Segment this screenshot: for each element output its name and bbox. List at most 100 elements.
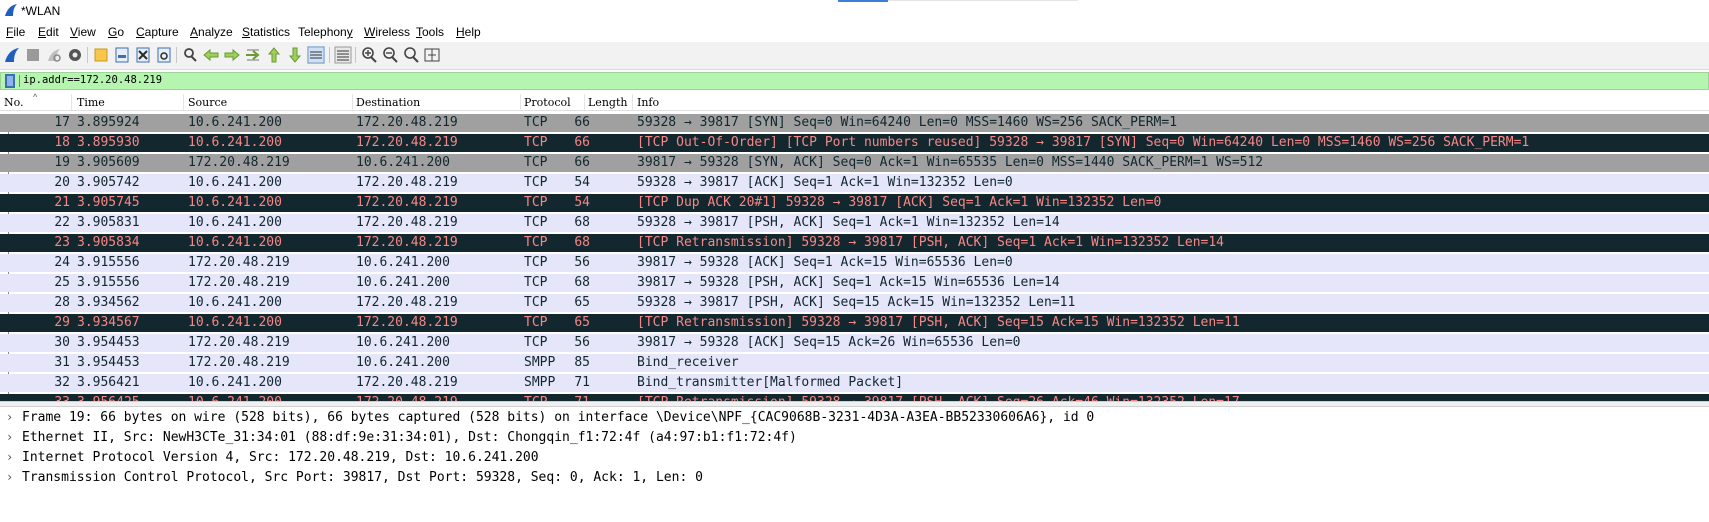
packet-time: 3.905834	[77, 235, 140, 250]
display-filter-bar[interactable]: ip.addr==172.20.48.219	[0, 72, 1709, 90]
packet-row[interactable]: 30 3.954453 172.20.48.219 10.6.241.200 TCP 39…	[0, 334, 1709, 352]
menu-help[interactable]: Help	[456, 25, 481, 39]
toolbar-separator	[329, 47, 330, 63]
packet-number: 19	[54, 155, 70, 170]
go-forward-icon[interactable]	[223, 46, 241, 64]
packet-destination: 172.20.48.219	[356, 215, 458, 230]
packet-destination: 10.6.241.200	[356, 255, 450, 270]
packet-row[interactable]: 19 3.905609 172.20.48.219 10.6.241.200 TCP 39…	[0, 154, 1709, 172]
packet-time: 3.956421	[77, 375, 140, 390]
packet-row[interactable]: 31 3.954453 172.20.48.219 10.6.241.200 SMPP B…	[0, 354, 1709, 372]
packet-destination: 172.20.48.219	[356, 195, 458, 210]
column-separator[interactable]	[584, 94, 585, 111]
detail-tcp[interactable]: › Transmission Control Protocol, Src Port…	[0, 469, 1709, 487]
packet-row[interactable]: 20 3.905742 10.6.241.200 172.20.48.219 TCP 59…	[0, 174, 1709, 192]
column-separator[interactable]	[71, 94, 72, 111]
packet-row[interactable]: 28 3.934562 10.6.241.200 172.20.48.219 TCP 59…	[0, 294, 1709, 312]
auto-scroll-icon[interactable]	[307, 46, 325, 64]
menu-capture[interactable]: Capture	[136, 25, 179, 39]
packet-destination: 172.20.48.219	[356, 375, 458, 390]
packet-row[interactable]: 17 3.895924 10.6.241.200 172.20.48.219 TCP 59…	[0, 114, 1709, 132]
packet-number: 17	[54, 115, 70, 130]
go-last-icon[interactable]	[286, 46, 304, 64]
col-protocol-header[interactable]: Protocol	[524, 96, 571, 109]
save-file-icon[interactable]	[113, 46, 131, 64]
capture-options-icon[interactable]	[66, 46, 84, 64]
menu-telephony[interactable]: Telephony	[298, 25, 353, 39]
packet-info: [TCP Dup ACK 20#1] 59328 → 39817 [ACK] S…	[637, 195, 1162, 210]
packet-row[interactable]: 18 3.895930 10.6.241.200 172.20.48.219 TCP [T…	[0, 134, 1709, 152]
detail-ethernet[interactable]: › Ethernet II, Src: NewH3CTe_31:34:01 (88…	[0, 429, 1709, 447]
menu-statistics[interactable]: Statistics	[242, 25, 290, 39]
go-to-packet-icon[interactable]	[244, 46, 262, 64]
detail-ipv4[interactable]: › Internet Protocol Version 4, Src: 172.2…	[0, 449, 1709, 467]
packet-row[interactable]: 22 3.905831 10.6.241.200 172.20.48.219 TCP 59…	[0, 214, 1709, 232]
zoom-in-icon[interactable]	[360, 46, 378, 64]
reload-file-icon[interactable]	[155, 46, 173, 64]
menu-tools[interactable]: Tools	[416, 25, 444, 39]
menu-edit[interactable]: Edit	[38, 25, 59, 39]
column-separator[interactable]	[352, 94, 353, 111]
display-filter-input[interactable]: ip.addr==172.20.48.219	[23, 74, 162, 86]
menu-wireless[interactable]: Wireless	[364, 25, 410, 39]
menu-analyze[interactable]: Analyze	[190, 25, 233, 39]
restart-capture-icon[interactable]	[45, 46, 63, 64]
packet-time: 3.954453	[77, 355, 140, 370]
packet-number: 31	[54, 355, 70, 370]
find-packet-icon[interactable]	[181, 46, 199, 64]
colorize-icon[interactable]	[334, 46, 352, 64]
filter-separator	[19, 75, 20, 87]
title-bar: *WLAN	[0, 0, 1709, 22]
packet-row[interactable]: 24 3.915556 172.20.48.219 10.6.241.200 TCP 39…	[0, 254, 1709, 272]
col-info-header[interactable]: Info	[637, 96, 659, 109]
packet-info: 59328 → 39817 [ACK] Seq=1 Ack=1 Win=1323…	[637, 175, 1013, 190]
menu-go[interactable]: Go	[108, 25, 124, 39]
expand-chevron-icon[interactable]: ›	[6, 410, 13, 424]
packet-length: 66	[574, 115, 590, 130]
packet-number: 29	[54, 315, 70, 330]
packet-info: 39817 → 59328 [ACK] Seq=15 Ack=26 Win=65…	[637, 335, 1021, 350]
menu-view[interactable]: View	[70, 25, 96, 39]
packet-time: 3.905742	[77, 175, 140, 190]
col-destination-header[interactable]: Destination	[356, 96, 420, 109]
open-file-icon[interactable]	[92, 46, 110, 64]
menu-file[interactable]: File	[6, 25, 25, 39]
packet-info: 59328 → 39817 [SYN] Seq=0 Win=64240 Len=…	[637, 115, 1178, 130]
col-no-header[interactable]: No.	[4, 96, 24, 109]
packet-row[interactable]: 32 3.956421 10.6.241.200 172.20.48.219 SMPP B…	[0, 374, 1709, 392]
packet-destination: 172.20.48.219	[356, 295, 458, 310]
expand-chevron-icon[interactable]: ›	[6, 470, 13, 484]
normal-size-icon[interactable]	[402, 46, 420, 64]
packet-number: 18	[54, 135, 70, 150]
packet-length: 56	[574, 335, 590, 350]
packet-destination: 172.20.48.219	[356, 115, 458, 130]
resize-columns-icon[interactable]	[423, 46, 441, 64]
column-separator[interactable]	[632, 94, 633, 111]
stop-capture-icon[interactable]	[24, 46, 42, 64]
packet-info: [TCP Retransmission] 59328 → 39817 [PSH,…	[637, 235, 1224, 250]
packet-source: 10.6.241.200	[188, 195, 282, 210]
go-back-icon[interactable]	[202, 46, 220, 64]
packet-details-pane[interactable]: › Frame 19: 66 bytes on wire (528 bits), …	[0, 407, 1709, 522]
shark-start-icon[interactable]	[3, 46, 21, 64]
packet-list[interactable]: 17 3.895924 10.6.241.200 172.20.48.219 TCP 59…	[0, 114, 1709, 432]
column-separator[interactable]	[183, 94, 184, 111]
col-source-header[interactable]: Source	[188, 96, 227, 109]
go-first-icon[interactable]	[265, 46, 283, 64]
column-separator[interactable]	[520, 94, 521, 111]
close-file-icon[interactable]	[134, 46, 152, 64]
col-time-header[interactable]: Time	[77, 96, 105, 109]
detail-frame[interactable]: › Frame 19: 66 bytes on wire (528 bits), …	[0, 409, 1709, 427]
expand-chevron-icon[interactable]: ›	[6, 430, 13, 444]
expand-chevron-icon[interactable]: ›	[6, 450, 13, 464]
packet-row[interactable]: 29 3.934567 10.6.241.200 172.20.48.219 TCP [T…	[0, 314, 1709, 332]
bookmark-icon[interactable]	[4, 74, 16, 88]
packet-length: 68	[574, 215, 590, 230]
packet-destination: 10.6.241.200	[356, 275, 450, 290]
packet-info: 39817 → 59328 [ACK] Seq=1 Ack=15 Win=655…	[637, 255, 1013, 270]
packet-row[interactable]: 23 3.905834 10.6.241.200 172.20.48.219 TCP [T…	[0, 234, 1709, 252]
col-length-header[interactable]: Length	[588, 96, 627, 109]
packet-row[interactable]: 21 3.905745 10.6.241.200 172.20.48.219 TCP [T…	[0, 194, 1709, 212]
zoom-out-icon[interactable]	[381, 46, 399, 64]
packet-row[interactable]: 25 3.915556 172.20.48.219 10.6.241.200 TCP 39…	[0, 274, 1709, 292]
